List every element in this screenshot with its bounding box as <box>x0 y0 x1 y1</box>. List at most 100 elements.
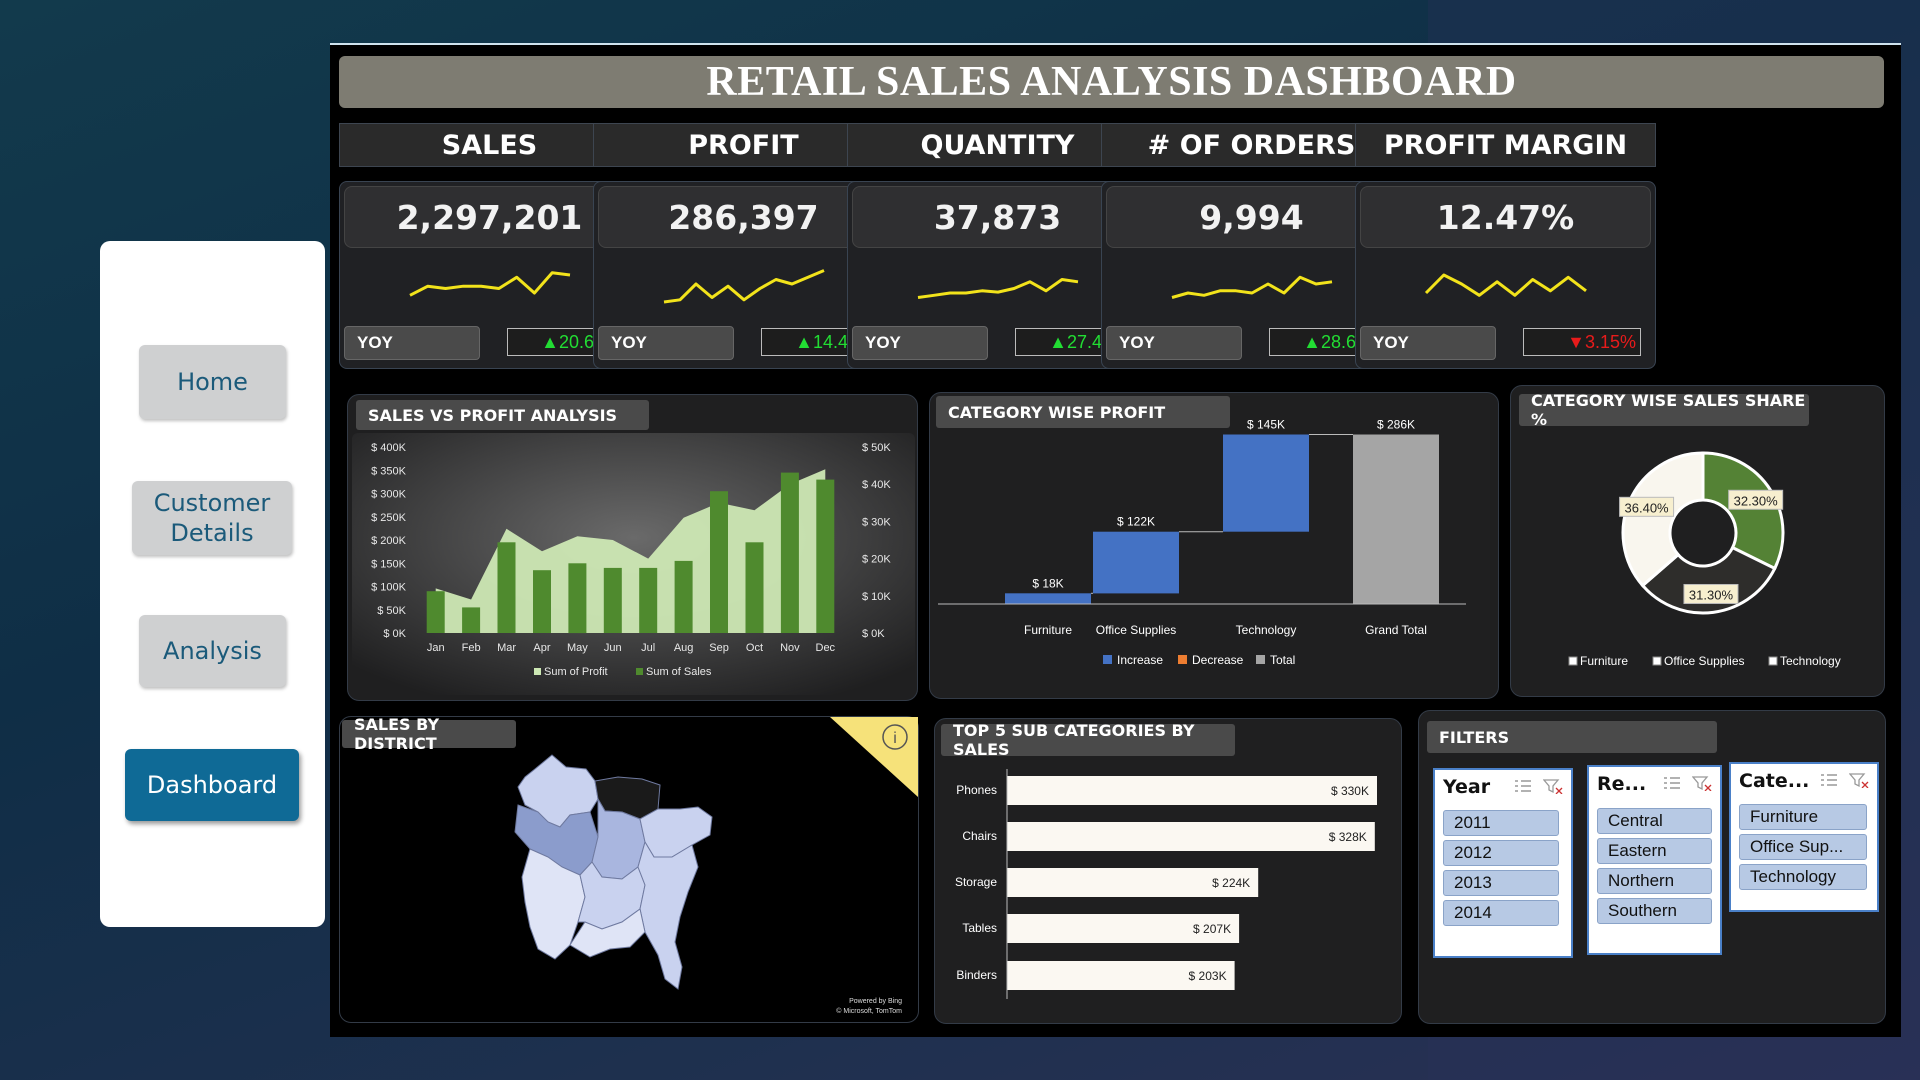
x-tick-label: Sep <box>709 642 729 654</box>
kpi-yoy-label: YOY <box>1360 326 1496 360</box>
slicer-item-category[interactable]: Office Sup... <box>1739 834 1867 860</box>
year-slicer[interactable]: Year 2011 2012 2013 2014 <box>1433 768 1573 958</box>
category-slicer-label: Cate... <box>1739 770 1810 792</box>
x-tick-label: May <box>567 642 588 654</box>
slicer-item-year[interactable]: 2012 <box>1443 840 1559 866</box>
bar-category-label: Storage <box>955 875 997 889</box>
y-right-tick-label: $ 40K <box>862 479 891 491</box>
kpi-sparkline-line <box>663 269 825 304</box>
sales-bar <box>639 567 658 633</box>
region-slicer[interactable]: Re... Central Eastern Northern Southern <box>1587 765 1722 955</box>
map-district-east[interactable] <box>639 806 713 858</box>
x-tick-label: Feb <box>462 642 481 654</box>
kpi-sparkline-line <box>409 271 571 297</box>
filters-panel: FILTERS Year 2011 2012 2013 2014 Re... Cent… <box>1418 710 1886 1024</box>
clear-filter-icon[interactable] <box>1691 775 1712 792</box>
bar-data-label: $ 203K <box>1189 969 1227 983</box>
multi-select-icon[interactable] <box>1513 778 1533 794</box>
region-slicer-label: Re... <box>1597 773 1647 795</box>
y-left-tick-label: $ 150K <box>371 558 407 570</box>
x-tick-label: Aug <box>674 642 694 654</box>
y-right-tick-label: $ 10K <box>862 591 891 603</box>
y-left-tick-label: $ 0K <box>383 628 406 640</box>
pie-data-label: 36.40% <box>1619 496 1675 517</box>
kpi-sparkline-line <box>917 278 1079 299</box>
nav-customer-details-button[interactable]: Customer Details <box>132 481 292 555</box>
legend-item: Furniture <box>1580 654 1628 668</box>
bar-data-label: $ 224K <box>1212 876 1250 890</box>
x-tick-label: Grand Total <box>1365 623 1427 637</box>
x-tick-label: Nov <box>780 642 800 654</box>
year-slicer-label: Year <box>1443 776 1491 798</box>
legend-item: Total <box>1270 653 1295 667</box>
navigation-card: Home Customer Details Analysis Dashboard <box>100 241 325 927</box>
slicer-item-region[interactable]: Southern <box>1597 898 1712 924</box>
nav-home-button[interactable]: Home <box>139 345 286 419</box>
category-profit-panel: CATEGORY WISE PROFIT $ 18K Furniture $ 122… <box>929 392 1499 699</box>
slicer-item-year[interactable]: 2014 <box>1443 900 1559 926</box>
sales-bar <box>780 472 799 633</box>
x-tick-label: Oct <box>746 642 763 654</box>
waterfall-data-label: $ 286K <box>1377 418 1415 432</box>
svg-text:i: i <box>893 730 897 747</box>
legend-item: Technology <box>1780 654 1841 668</box>
kpi-sparkline <box>917 278 1079 299</box>
bar-data-label: $ 330K <box>1331 784 1369 798</box>
y-right-tick-label: $ 0K <box>862 628 885 640</box>
pie-data-label-text: 32.30% <box>1734 493 1779 508</box>
nav-dashboard-button[interactable]: Dashboard <box>125 749 299 821</box>
multi-select-icon[interactable] <box>1819 772 1839 788</box>
dashboard-title: RETAIL SALES ANALYSIS DASHBOARD <box>706 59 1517 105</box>
y-right-tick-label: $ 30K <box>862 516 891 528</box>
y-left-tick-label: $ 250K <box>371 512 407 524</box>
sales-bar <box>710 491 728 633</box>
kpi-value: 37,873 <box>852 186 1143 248</box>
multi-select-icon[interactable] <box>1662 775 1682 791</box>
legend-item: Decrease <box>1192 653 1244 667</box>
slicer-item-category[interactable]: Furniture <box>1739 804 1867 830</box>
kpi-value: 286,397 <box>598 186 889 248</box>
nav-analysis-button[interactable]: Analysis <box>139 615 286 687</box>
filters-title: FILTERS <box>1427 721 1717 753</box>
y-left-tick-label: $ 350K <box>371 465 407 477</box>
waterfall-bar <box>1005 593 1091 604</box>
top5-panel: TOP 5 SUB CATEGORIES BY SALES Phones $ 33… <box>934 718 1402 1024</box>
legend-swatch <box>1103 655 1112 664</box>
district-map[interactable]: i Powered by Bing © Microsoft, TomTom <box>340 717 920 1024</box>
kpi-value: 12.47% <box>1360 186 1651 248</box>
x-tick-label: Dec <box>816 642 836 654</box>
y-right-tick-label: $ 20K <box>862 554 891 566</box>
kpi-sparkline <box>409 271 571 297</box>
kpi-sparkline <box>1424 273 1587 297</box>
map-district-southeast[interactable] <box>637 840 699 990</box>
x-tick-label: Jun <box>604 642 622 654</box>
clear-filter-icon[interactable] <box>1542 778 1563 795</box>
kpi-value: 9,994 <box>1106 186 1397 248</box>
kpi-yoy-label: YOY <box>1106 326 1242 360</box>
slicer-item-region[interactable]: Northern <box>1597 868 1712 894</box>
sales-bar <box>674 560 693 633</box>
kpi-yoy-label: YOY <box>852 326 988 360</box>
pie-data-label: 31.30% <box>1683 583 1739 604</box>
legend-swatch <box>1256 655 1265 664</box>
kpi-yoy-label: YOY <box>598 326 734 360</box>
legend-swatch <box>1652 656 1662 666</box>
slicer-item-region[interactable]: Central <box>1597 808 1712 834</box>
kpi-sparkline <box>663 269 825 304</box>
y-left-tick-label: $ 100K <box>371 582 407 594</box>
slicer-item-year[interactable]: 2011 <box>1443 810 1559 836</box>
sales-profit-panel: SALES VS PROFIT ANALYSIS $ 0K $ 50K $ 100K… <box>347 394 918 701</box>
slicer-item-category[interactable]: Technology <box>1739 864 1867 890</box>
category-share-chart: 32.30% 31.30% 36.40% Furniture Office Suppli… <box>1568 451 1841 668</box>
waterfall-data-label: $ 18K <box>1032 576 1063 590</box>
slicer-item-region[interactable]: Eastern <box>1597 838 1712 864</box>
sales-bar <box>533 570 551 633</box>
legend-swatch <box>1768 656 1778 666</box>
slicer-item-year[interactable]: 2013 <box>1443 870 1559 896</box>
kpi-sparkline-line <box>1424 273 1587 297</box>
category-slicer[interactable]: Cate... Furniture Office Sup... Technology <box>1729 762 1879 912</box>
y-left-tick-label: $ 200K <box>371 535 407 547</box>
clear-filter-icon[interactable] <box>1848 772 1869 789</box>
x-tick-label: Jul <box>641 642 655 654</box>
legend-profit: Sum of Profit <box>544 666 608 678</box>
